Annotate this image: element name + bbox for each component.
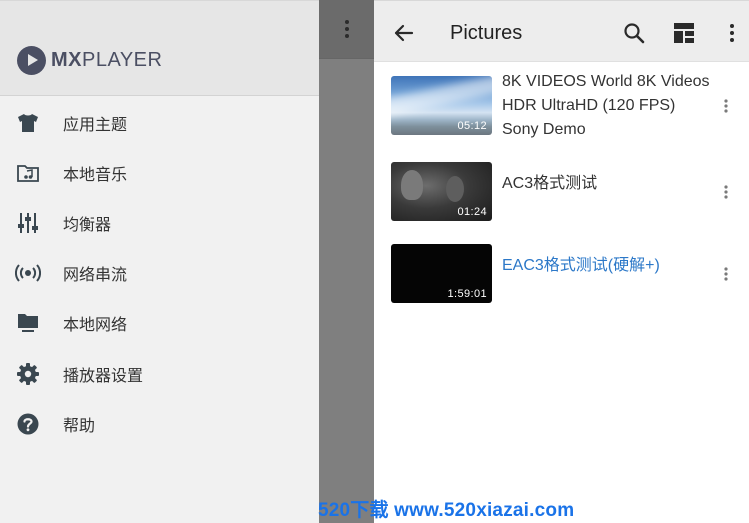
drawer-item-network-stream[interactable]: 网络串流 [0,251,319,295]
video-title: EAC3格式测试(硬解+) [502,257,660,274]
watermark-text: 520下载 www.520xiazai.com [318,500,575,521]
more-vert-icon[interactable] [720,21,744,45]
drawer-item-help[interactable]: 帮助 [0,402,319,446]
search-icon[interactable] [622,21,646,45]
page-title: Pictures [450,22,523,44]
back-arrow-icon[interactable] [392,21,416,45]
logo-text: MXPLAYER [51,49,163,71]
video-list-pane: Pictures 05:12 8K VIDEOS World 8K Videos… [374,0,749,523]
video-title: AC3格式测试 [502,175,598,192]
video-duration: 1:59:01 [447,288,487,300]
dimmed-toolbar [319,0,374,59]
video-thumbnail[interactable]: 1:59:01 [391,244,492,303]
video-thumbnail[interactable]: 01:24 [391,162,492,221]
navigation-drawer: MXPLAYER 应用主题 本地音乐 均衡器 网络串流 本地网络 播放器设置 帮… [0,0,319,523]
drawer-header: MXPLAYER [0,1,319,96]
local-network-icon [15,310,41,336]
drawer-item-local-network[interactable]: 本地网络 [0,301,319,345]
toolbar: Pictures [374,0,749,62]
drawer-scrim[interactable] [319,0,374,523]
video-title: 8K VIDEOS World 8K Videos HDR UltraHD (1… [502,73,710,138]
drawer-item-label: 本地音乐 [63,167,128,184]
mx-player-logo: MXPLAYER [17,46,162,75]
drawer-item-label: 应用主题 [63,117,128,134]
help-icon [15,411,41,437]
drawer-item-label: 网络串流 [63,267,128,284]
drawer-item-label: 播放器设置 [63,368,144,385]
equalizer-icon [15,210,41,236]
drawer-item-local-music[interactable]: 本地音乐 [0,151,319,195]
more-vert-icon[interactable] [345,20,349,43]
video-duration: 05:12 [457,120,487,132]
more-vert-icon[interactable] [719,94,733,118]
drawer-item-theme[interactable]: 应用主题 [0,101,319,145]
shirt-icon [15,110,41,136]
drawer-item-label: 本地网络 [63,317,128,334]
drawer-item-player-settings[interactable]: 播放器设置 [0,352,319,396]
stream-icon [15,260,41,286]
more-vert-icon[interactable] [719,180,733,204]
layout-icon[interactable] [673,22,697,46]
gear-icon [15,361,41,387]
music-folder-icon [15,160,41,186]
play-logo-icon [17,46,46,75]
more-vert-icon[interactable] [719,262,733,286]
drawer-item-label: 帮助 [63,418,96,435]
video-thumbnail[interactable]: 05:12 [391,76,492,135]
drawer-item-label: 均衡器 [63,217,112,234]
drawer-item-equalizer[interactable]: 均衡器 [0,201,319,245]
video-duration: 01:24 [457,206,487,218]
